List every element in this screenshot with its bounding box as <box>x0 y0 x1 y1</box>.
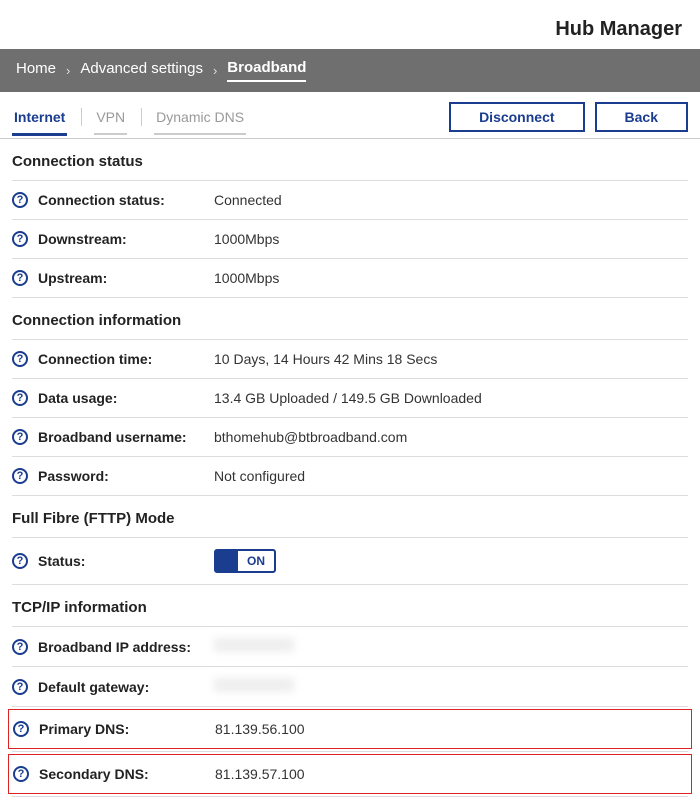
tab-dynamic-dns[interactable]: Dynamic DNS <box>154 105 246 135</box>
crumb-home[interactable]: Home <box>16 60 56 81</box>
help-icon[interactable]: ? <box>12 679 28 695</box>
label-connection-time: Connection time: <box>38 351 214 367</box>
label-default-gateway: Default gateway: <box>38 679 214 695</box>
content: Connection status ? Connection status: C… <box>0 139 700 797</box>
highlight-secondary-dns: ? Secondary DNS: 81.139.57.100 <box>8 754 692 794</box>
divider <box>141 108 142 126</box>
tab-internet[interactable]: Internet <box>12 105 67 136</box>
help-icon[interactable]: ? <box>12 390 28 406</box>
value-connection-time: 10 Days, 14 Hours 42 Mins 18 Secs <box>214 351 437 367</box>
section-connection-status: Connection status <box>12 139 688 180</box>
row-broadband-username: ? Broadband username: bthomehub@btbroadb… <box>12 417 688 456</box>
label-password: Password: <box>38 468 214 484</box>
divider <box>81 108 82 126</box>
row-secondary-dns: ? Secondary DNS: 81.139.57.100 <box>13 755 691 793</box>
help-icon[interactable]: ? <box>12 639 28 655</box>
label-data-usage: Data usage: <box>38 390 214 406</box>
app-title: Hub Manager <box>0 0 700 49</box>
label-broadband-ip: Broadband IP address: <box>38 639 214 655</box>
value-connection-status: Connected <box>214 192 282 208</box>
fttp-toggle[interactable]: ON <box>214 549 276 573</box>
label-secondary-dns: Secondary DNS: <box>39 766 215 782</box>
action-buttons: Disconnect Back <box>449 102 688 132</box>
label-primary-dns: Primary DNS: <box>39 721 215 737</box>
section-connection-info: Connection information <box>12 298 688 339</box>
value-upstream: 1000Mbps <box>214 270 279 286</box>
tabs-row: Internet VPN Dynamic DNS Disconnect Back <box>0 92 700 139</box>
value-data-usage: 13.4 GB Uploaded / 149.5 GB Downloaded <box>214 390 482 406</box>
help-icon[interactable]: ? <box>12 468 28 484</box>
toggle-label: ON <box>238 554 274 568</box>
label-upstream: Upstream: <box>38 270 214 286</box>
help-icon[interactable]: ? <box>12 553 28 569</box>
value-broadband-username: bthomehub@btbroadband.com <box>214 429 407 445</box>
value-broadband-ip <box>214 638 294 655</box>
row-data-usage: ? Data usage: 13.4 GB Uploaded / 149.5 G… <box>12 378 688 417</box>
help-icon[interactable]: ? <box>12 351 28 367</box>
value-downstream: 1000Mbps <box>214 231 279 247</box>
row-upstream: ? Upstream: 1000Mbps <box>12 258 688 298</box>
label-downstream: Downstream: <box>38 231 214 247</box>
tab-vpn[interactable]: VPN <box>94 105 127 135</box>
row-primary-dns: ? Primary DNS: 81.139.56.100 <box>13 710 691 748</box>
tabs: Internet VPN Dynamic DNS <box>12 105 260 136</box>
breadcrumb: Home › Advanced settings › Broadband <box>0 49 700 92</box>
value-default-gateway <box>214 678 294 695</box>
value-password: Not configured <box>214 468 305 484</box>
chevron-right-icon: › <box>213 63 217 78</box>
crumb-broadband[interactable]: Broadband <box>227 59 306 82</box>
row-default-gateway: ? Default gateway: <box>12 666 688 707</box>
section-fttp: Full Fibre (FTTP) Mode <box>12 496 688 537</box>
help-icon[interactable]: ? <box>13 766 29 782</box>
crumb-advanced[interactable]: Advanced settings <box>80 60 203 81</box>
label-fttp-status: Status: <box>38 553 214 569</box>
row-connection-time: ? Connection time: 10 Days, 14 Hours 42 … <box>12 339 688 378</box>
value-secondary-dns: 81.139.57.100 <box>215 766 305 782</box>
row-password: ? Password: Not configured <box>12 456 688 496</box>
row-connection-status: ? Connection status: Connected <box>12 180 688 219</box>
help-icon[interactable]: ? <box>13 721 29 737</box>
toggle-knob <box>216 551 238 571</box>
value-primary-dns: 81.139.56.100 <box>215 721 305 737</box>
back-button[interactable]: Back <box>595 102 688 132</box>
label-connection-status: Connection status: <box>38 192 214 208</box>
chevron-right-icon: › <box>66 63 70 78</box>
row-fttp-status: ? Status: ON <box>12 537 688 585</box>
help-icon[interactable]: ? <box>12 429 28 445</box>
section-tcpip: TCP/IP information <box>12 585 688 626</box>
row-broadband-ip: ? Broadband IP address: <box>12 626 688 666</box>
label-broadband-username: Broadband username: <box>38 429 214 445</box>
help-icon[interactable]: ? <box>12 270 28 286</box>
disconnect-button[interactable]: Disconnect <box>449 102 584 132</box>
help-icon[interactable]: ? <box>12 192 28 208</box>
help-icon[interactable]: ? <box>12 231 28 247</box>
highlight-primary-dns: ? Primary DNS: 81.139.56.100 <box>8 709 692 749</box>
row-downstream: ? Downstream: 1000Mbps <box>12 219 688 258</box>
